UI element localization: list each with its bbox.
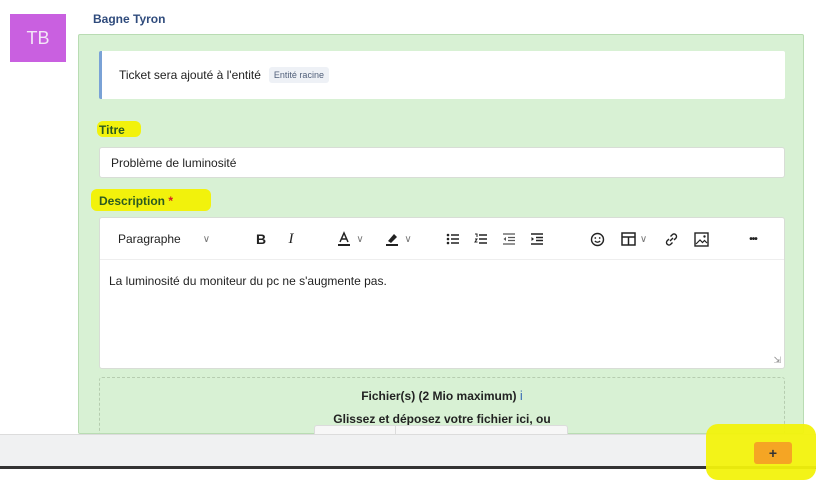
entity-info-alert: Ticket sera ajouté à l'entité Entité rac… [99,51,785,99]
description-text: La luminosité du moniteur du pc ne s'aug… [109,274,387,288]
footer-bar [0,434,816,468]
resize-handle-icon[interactable]: ⇲ [773,355,781,366]
chevron-down-icon: ∨ [356,233,364,245]
link-button[interactable] [660,218,682,260]
outdent-icon [503,233,515,245]
ticket-form-card: Ticket sera ajouté à l'entité Entité rac… [78,34,804,434]
avatar: TB [10,14,66,62]
description-label: Description * [99,194,173,208]
text-color-icon [338,231,351,246]
title-input-value: Problème de luminosité [111,155,237,170]
editor-toolbar: Paragraphe ∨ B I ∨ ∨ ∨ ••• [100,218,784,260]
description-text-area[interactable]: La luminosité du moniteur du pc ne s'aug… [100,260,784,302]
block-format-label: Paragraphe [118,232,181,246]
text-color-button[interactable]: ∨ [328,218,372,260]
description-editor: Paragraphe ∨ B I ∨ ∨ ∨ ••• La luminosité… [99,217,785,369]
indent-icon [531,233,543,245]
italic-button[interactable]: I [280,218,302,260]
indent-button[interactable] [526,218,548,260]
entity-badge: Entité racine [268,67,329,83]
more-options-label: ••• [749,233,757,245]
info-icon[interactable]: i [520,388,523,403]
table-button[interactable]: ∨ [614,218,654,260]
bold-label: B [255,231,267,247]
image-button[interactable] [690,218,712,260]
required-mark: * [168,194,174,208]
link-icon [665,232,677,246]
numbered-list-icon [474,233,487,244]
emoji-icon [590,232,604,246]
footer-divider [0,466,816,469]
dropzone-title: Fichier(s) (2 Mio maximum) i [100,388,784,403]
page: TB Bagne Tyron Ticket sera ajouté à l'en… [0,0,816,480]
title-label: Titre [99,123,125,137]
outdent-button[interactable] [498,218,520,260]
add-button[interactable]: + [754,442,792,464]
add-button-label: + [768,445,778,461]
highlight-color-icon [386,234,399,246]
description-label-text: Description [99,194,166,208]
dropzone-subtitle: Glissez et déposez votre fichier ici, ou [333,412,551,426]
dropzone-title-text: Fichier(s) (2 Mio maximum) [361,389,517,403]
image-icon [693,231,709,247]
emoji-button[interactable] [586,218,608,260]
chevron-down-icon: ∨ [639,233,648,245]
bulleted-list-icon [446,233,459,245]
bulleted-list-button[interactable] [442,218,464,260]
entity-info-text: Ticket sera ajouté à l'entité [119,68,261,82]
title-input[interactable]: Problème de luminosité [99,147,785,178]
highlight-color-button[interactable]: ∨ [376,218,420,260]
more-options-button[interactable]: ••• [740,218,766,260]
bold-button[interactable]: B [250,218,272,260]
avatar-initials: TB [26,27,50,48]
chevron-down-icon: ∨ [202,233,211,245]
numbered-list-button[interactable] [470,218,492,260]
table-icon [621,232,636,246]
block-format-dropdown[interactable]: Paragraphe ∨ [110,218,222,260]
author-name: Bagne Tyron [93,12,166,26]
chevron-down-icon: ∨ [404,233,412,245]
italic-label: I [288,230,294,247]
